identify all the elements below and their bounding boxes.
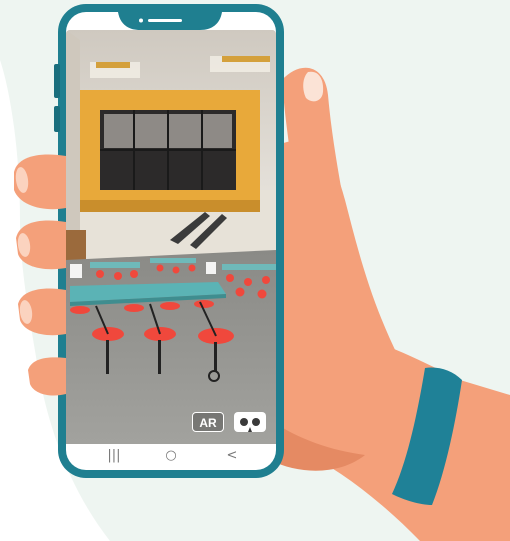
illustration-canvas [0, 0, 510, 541]
vr-headset-icon[interactable] [234, 412, 266, 432]
phone-side-button [54, 64, 60, 98]
nav-back-button[interactable]: < [220, 447, 244, 465]
ar-mode-button[interactable]: AR [192, 412, 224, 432]
phone-side-button-2 [54, 106, 60, 132]
nav-recents-button[interactable]: ||| [102, 447, 126, 465]
speaker-grille [148, 19, 182, 22]
nav-home-button[interactable]: ○ [159, 447, 183, 465]
front-camera [139, 18, 143, 23]
finger-little [28, 357, 66, 396]
panorama-scene[interactable] [66, 30, 276, 444]
